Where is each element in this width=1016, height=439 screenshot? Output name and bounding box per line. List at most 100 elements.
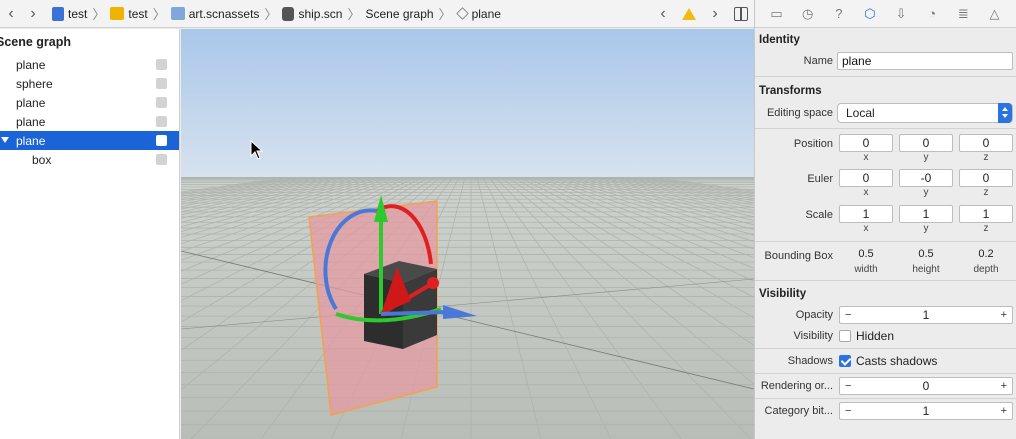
rendering-order-value: 0 [922, 379, 930, 393]
bounding-box-depth-value: 0.2 [978, 248, 994, 260]
scene-viewport[interactable] [181, 29, 754, 439]
breadcrumb: test 〉 test 〉 art.scnassets 〉 ship.scn 〉… [52, 0, 501, 28]
material-inspector-icon[interactable]: ◔ [924, 6, 940, 22]
inspector-panel: ▭ ◷ ? ⬡ ⇩ ◔ ≣ △ Identity Name plane Tran… [754, 0, 1016, 439]
breadcrumb-item-scene-graph[interactable]: Scene graph [365, 0, 433, 28]
split-editor-icon[interactable] [734, 7, 748, 21]
node-cube-icon [156, 135, 167, 146]
scene-graph-item-label: plane [16, 133, 46, 148]
chevron-right-icon: 〉 [347, 7, 361, 22]
history-inspector-icon[interactable]: ◷ [800, 6, 816, 22]
euler-y-field[interactable]: -0 [899, 169, 953, 187]
scale-row: Scale 1x 1y 1z [755, 202, 1016, 238]
position-z-field[interactable]: 0 [959, 134, 1013, 152]
category-bitmask-stepper[interactable]: − 1 + [839, 402, 1013, 420]
scene-graph-item-label: plane [16, 57, 46, 72]
viewport-canvas[interactable] [181, 29, 754, 439]
scale-x-field[interactable]: 1 [839, 205, 893, 223]
scene-graph-item-label: box [32, 152, 52, 167]
divider [755, 128, 1016, 129]
node-cube-icon [156, 59, 167, 70]
chevron-right-icon: 〉 [152, 7, 166, 22]
divider [755, 76, 1016, 77]
position-x-field[interactable]: 0 [839, 134, 893, 152]
node-cube-icon [156, 116, 167, 127]
attributes-inspector-icon[interactable]: ⇩ [893, 6, 909, 22]
node-cube-icon [156, 97, 167, 108]
scene-graph-item-label: sphere [16, 76, 53, 91]
category-bitmask-value: 1 [922, 404, 930, 418]
scene-graph-item[interactable]: plane [0, 131, 179, 150]
breadcrumb-item-folder[interactable]: test [110, 0, 148, 28]
asset-folder-icon [170, 7, 185, 20]
project-file-icon [52, 6, 64, 21]
visibility-section-title: Visibility [759, 288, 807, 300]
position-row: Position 0x 0y 0z [755, 132, 1016, 166]
opacity-value: 1 [922, 308, 930, 322]
node-inspector-cube-icon[interactable]: ⬡ [862, 6, 878, 22]
node-cube-icon [156, 154, 167, 165]
divider [755, 398, 1016, 399]
identity-section-title: Identity [759, 34, 800, 46]
warning-icon[interactable] [682, 8, 696, 20]
casts-shadows-checkbox[interactable] [839, 355, 851, 367]
scene-graph-title: Scene graph [0, 35, 72, 49]
scale-y-field[interactable]: 1 [899, 205, 953, 223]
folder-icon [110, 7, 125, 20]
scene-graph-list: plane sphere plane plane plane box [0, 55, 179, 169]
rendering-order-stepper[interactable]: − 0 + [839, 377, 1013, 395]
bounding-box-height-value: 0.5 [918, 248, 934, 260]
node-cube-icon [156, 78, 167, 89]
bounding-box-row: Bounding Box 0.5 width 0.5 height 0.2 depth [755, 245, 1016, 277]
scene-graph-item-label: plane [16, 95, 46, 110]
opacity-stepper[interactable]: − 1 + [839, 306, 1013, 324]
scale-z-field[interactable]: 1 [959, 205, 1013, 223]
scene-graph-panel: Scene graph plane sphere plane plane plane bo… [0, 29, 180, 439]
physics-inspector-icon[interactable]: ≣ [955, 6, 971, 22]
breadcrumb-item-node[interactable]: plane [455, 0, 501, 28]
position-y-field[interactable]: 0 [899, 134, 953, 152]
bounding-box-width-value: 0.5 [858, 248, 874, 260]
euler-x-field[interactable]: 0 [839, 169, 893, 187]
inspector-tab-bar: ▭ ◷ ? ⬡ ⇩ ◔ ≣ △ [755, 0, 1016, 28]
divider [755, 280, 1016, 281]
decrement-button[interactable]: − [845, 378, 851, 394]
gizmo-z-axis[interactable] [380, 310, 450, 316]
scene-graph-item[interactable]: box [0, 150, 179, 169]
decrement-button[interactable]: − [845, 307, 851, 323]
chevron-right-icon: 〉 [438, 7, 452, 22]
scene-graph-item[interactable]: sphere [0, 74, 179, 93]
scene-graph-item[interactable]: plane [0, 93, 179, 112]
hidden-label: Hidden [856, 329, 895, 343]
hidden-checkbox[interactable] [839, 330, 851, 342]
increment-button[interactable]: + [1001, 378, 1007, 394]
euler-z-field[interactable]: 0 [959, 169, 1013, 187]
sky-background [181, 29, 754, 179]
breadcrumb-item-assets[interactable]: art.scnassets [170, 0, 259, 28]
file-inspector-icon[interactable]: ▭ [769, 6, 785, 22]
previous-issue-button[interactable]: ‹ [652, 0, 674, 28]
forward-button[interactable]: › [22, 0, 44, 28]
decrement-button[interactable]: − [845, 403, 851, 419]
breadcrumb-item-project[interactable]: test [52, 0, 87, 28]
gizmo-x-handle[interactable] [427, 277, 439, 289]
next-issue-button[interactable]: › [704, 0, 726, 28]
editing-space-select[interactable]: Local [837, 103, 1013, 123]
help-inspector-icon[interactable]: ? [831, 6, 847, 22]
name-label: Name [803, 55, 833, 67]
increment-button[interactable]: + [1001, 403, 1007, 419]
scene-file-icon [282, 6, 295, 21]
editing-space-label: Editing space [766, 107, 833, 119]
transforms-section-title: Transforms [759, 85, 822, 97]
scene-graph-item-label: plane [16, 114, 46, 129]
jump-bar: ‹ › test 〉 test 〉 art.scnassets 〉 ship.s… [0, 0, 754, 28]
divider [755, 241, 1016, 242]
increment-button[interactable]: + [1001, 307, 1007, 323]
name-field[interactable]: plane [837, 52, 1013, 70]
disclosure-triangle-icon[interactable] [1, 137, 9, 143]
scene-graph-item[interactable]: plane [0, 112, 179, 131]
back-button[interactable]: ‹ [0, 0, 22, 28]
scene-graph-item[interactable]: plane [0, 55, 179, 74]
scene-inspector-icon[interactable]: △ [986, 6, 1002, 22]
breadcrumb-item-scene-file[interactable]: ship.scn [282, 0, 342, 28]
